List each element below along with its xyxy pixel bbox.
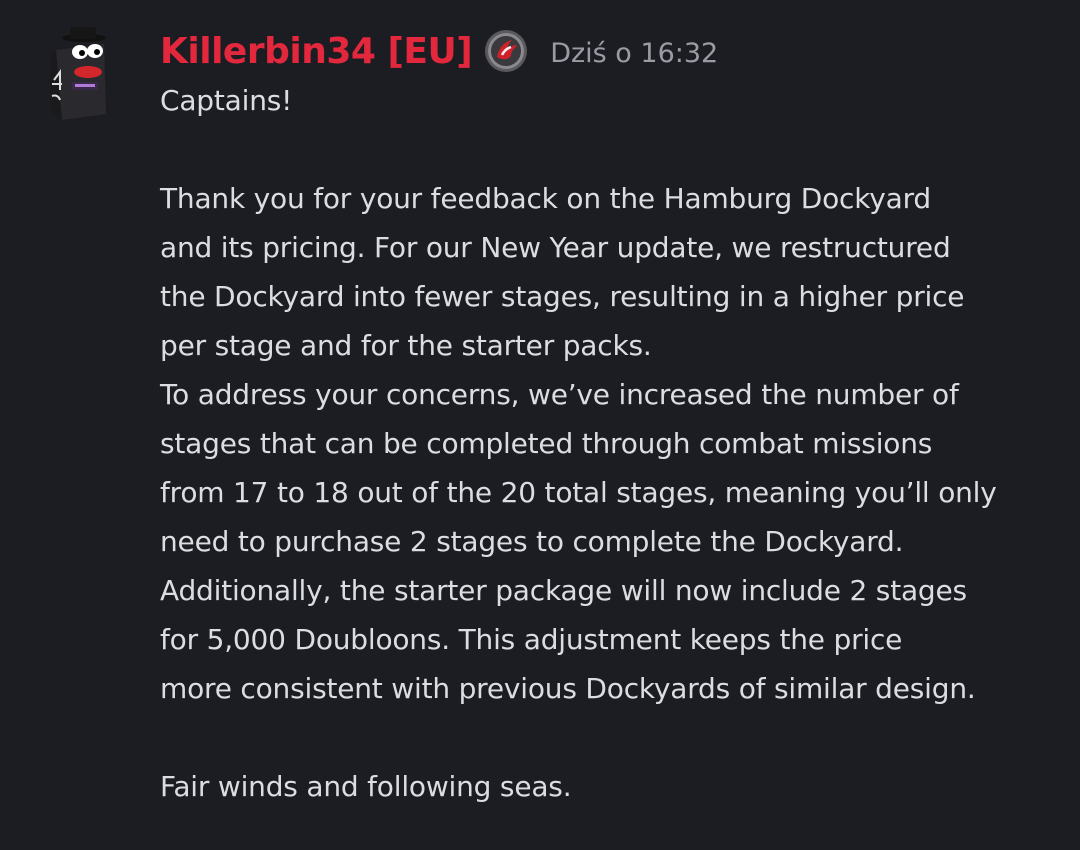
message-header: Killerbin34 [EU] Dziś o 16:32: [160, 26, 718, 76]
message-line: from 17 to 18 out of the 20 total stages…: [160, 476, 997, 509]
message-line: and its pricing. For our New Year update…: [160, 231, 951, 264]
message-line: To address your concerns, we’ve increase…: [160, 378, 959, 411]
message-line: more consistent with previous Dockyards …: [160, 672, 976, 705]
message-line: Thank you for your feedback on the Hambu…: [160, 182, 931, 215]
message-line: per stage and for the starter packs.: [160, 329, 652, 362]
message-line: the Dockyard into fewer stages, resultin…: [160, 280, 965, 313]
message-line: Fair winds and following seas.: [160, 770, 572, 803]
chat-message: Killerbin34 [EU] Dziś o 16:32 Captains! …: [0, 0, 1080, 850]
message-line: need to purchase 2 stages to complete th…: [160, 525, 904, 558]
message-body: Captains! Thank you for your feedback on…: [160, 76, 1065, 811]
message-line: for 5,000 Doubloons. This adjustment kee…: [160, 623, 903, 656]
message-line: Additionally, the starter package will n…: [160, 574, 967, 607]
message-timestamp: Dziś o 16:32: [550, 37, 719, 69]
user-avatar[interactable]: [40, 24, 120, 124]
cartoon-character-icon: [50, 27, 106, 120]
message-line: Captains!: [160, 84, 293, 117]
author-name[interactable]: Killerbin34 [EU]: [160, 31, 473, 72]
wargaming-logo-icon[interactable]: [484, 29, 528, 73]
message-line: stages that can be completed through com…: [160, 427, 933, 460]
